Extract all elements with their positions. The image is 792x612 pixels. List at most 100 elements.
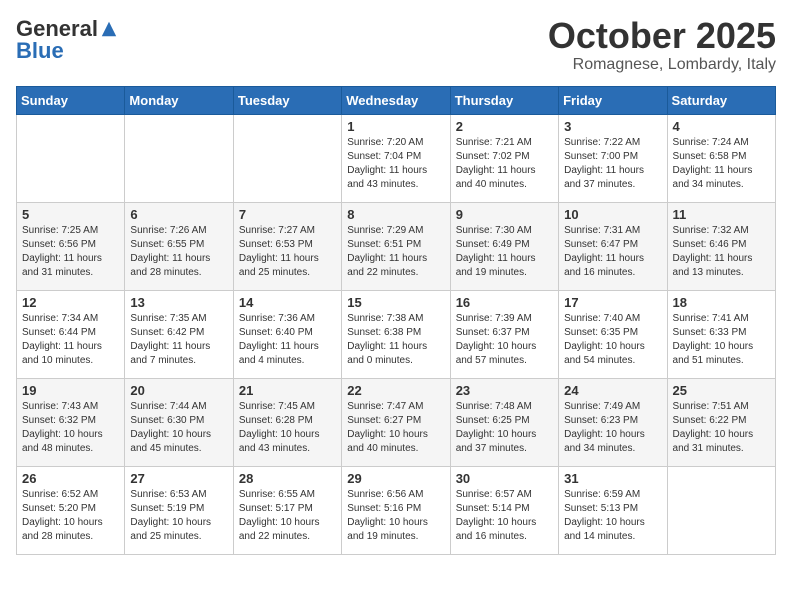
weekday-header-friday: Friday (559, 86, 667, 114)
calendar-cell (233, 114, 341, 202)
week-row-2: 5 Sunrise: 7:25 AM Sunset: 6:56 PM Daylig… (17, 202, 776, 290)
day-info: Sunrise: 6:57 AM Sunset: 5:14 PM Dayligh… (456, 488, 553, 544)
day-number: 9 (456, 207, 553, 222)
calendar-cell: 1 Sunrise: 7:20 AM Sunset: 7:04 PM Daylig… (342, 114, 450, 202)
calendar-cell: 6 Sunrise: 7:26 AM Sunset: 6:55 PM Daylig… (125, 202, 233, 290)
calendar-cell: 4 Sunrise: 7:24 AM Sunset: 6:58 PM Daylig… (667, 114, 775, 202)
day-number: 2 (456, 119, 553, 134)
day-info: Sunrise: 6:56 AM Sunset: 5:16 PM Dayligh… (347, 488, 444, 544)
calendar-cell: 25 Sunrise: 7:51 AM Sunset: 6:22 PM Dayli… (667, 378, 775, 466)
day-info: Sunrise: 7:47 AM Sunset: 6:27 PM Dayligh… (347, 400, 444, 456)
day-info: Sunrise: 7:41 AM Sunset: 6:33 PM Dayligh… (673, 312, 770, 368)
day-number: 12 (22, 295, 119, 310)
calendar-cell: 18 Sunrise: 7:41 AM Sunset: 6:33 PM Dayli… (667, 290, 775, 378)
day-number: 1 (347, 119, 444, 134)
calendar-cell: 14 Sunrise: 7:36 AM Sunset: 6:40 PM Dayli… (233, 290, 341, 378)
day-info: Sunrise: 7:48 AM Sunset: 6:25 PM Dayligh… (456, 400, 553, 456)
day-number: 21 (239, 383, 336, 398)
day-number: 11 (673, 207, 770, 222)
calendar-cell: 19 Sunrise: 7:43 AM Sunset: 6:32 PM Dayli… (17, 378, 125, 466)
day-info: Sunrise: 7:38 AM Sunset: 6:38 PM Dayligh… (347, 312, 444, 368)
day-number: 27 (130, 471, 227, 486)
day-info: Sunrise: 7:39 AM Sunset: 6:37 PM Dayligh… (456, 312, 553, 368)
calendar-cell: 12 Sunrise: 7:34 AM Sunset: 6:44 PM Dayli… (17, 290, 125, 378)
day-info: Sunrise: 7:21 AM Sunset: 7:02 PM Dayligh… (456, 136, 553, 192)
calendar-cell: 20Sunrise: 7:44 AM Sunset: 6:30 PM Dayli… (125, 378, 233, 466)
page-header: General Blue October 2025 Romagnese, Lom… (16, 16, 776, 74)
day-info: Sunrise: 7:36 AM Sunset: 6:40 PM Dayligh… (239, 312, 336, 368)
day-number: 18 (673, 295, 770, 310)
day-number: 8 (347, 207, 444, 222)
day-info: Sunrise: 7:35 AM Sunset: 6:42 PM Dayligh… (130, 312, 227, 368)
day-info: Sunrise: 7:25 AM Sunset: 6:56 PM Dayligh… (22, 224, 119, 280)
week-row-3: 12 Sunrise: 7:34 AM Sunset: 6:44 PM Dayli… (17, 290, 776, 378)
weekday-header-tuesday: Tuesday (233, 86, 341, 114)
calendar-cell: 21 Sunrise: 7:45 AM Sunset: 6:28 PM Dayli… (233, 378, 341, 466)
day-info: Sunrise: 7:45 AM Sunset: 6:28 PM Dayligh… (239, 400, 336, 456)
day-number: 20 (130, 383, 227, 398)
day-number: 30 (456, 471, 553, 486)
calendar-cell: 24Sunrise: 7:49 AM Sunset: 6:23 PM Dayli… (559, 378, 667, 466)
calendar-cell: 7 Sunrise: 7:27 AM Sunset: 6:53 PM Daylig… (233, 202, 341, 290)
calendar-cell: 13Sunrise: 7:35 AM Sunset: 6:42 PM Dayli… (125, 290, 233, 378)
calendar-cell: 15 Sunrise: 7:38 AM Sunset: 6:38 PM Dayli… (342, 290, 450, 378)
day-info: Sunrise: 7:51 AM Sunset: 6:22 PM Dayligh… (673, 400, 770, 456)
location: Romagnese, Lombardy, Italy (548, 56, 776, 74)
day-number: 26 (22, 471, 119, 486)
calendar-cell: 3 Sunrise: 7:22 AM Sunset: 7:00 PM Daylig… (559, 114, 667, 202)
calendar-cell (17, 114, 125, 202)
day-number: 5 (22, 207, 119, 222)
calendar-cell: 11 Sunrise: 7:32 AM Sunset: 6:46 PM Dayli… (667, 202, 775, 290)
day-info: Sunrise: 7:31 AM Sunset: 6:47 PM Dayligh… (564, 224, 661, 280)
day-info: Sunrise: 7:40 AM Sunset: 6:35 PM Dayligh… (564, 312, 661, 368)
day-number: 28 (239, 471, 336, 486)
day-info: Sunrise: 7:26 AM Sunset: 6:55 PM Dayligh… (130, 224, 227, 280)
week-row-5: 26 Sunrise: 6:52 AM Sunset: 5:20 PM Dayli… (17, 466, 776, 554)
day-info: Sunrise: 7:34 AM Sunset: 6:44 PM Dayligh… (22, 312, 119, 368)
calendar-cell: 16Sunrise: 7:39 AM Sunset: 6:37 PM Dayli… (450, 290, 558, 378)
logo: General Blue (16, 16, 118, 64)
calendar-cell: 10Sunrise: 7:31 AM Sunset: 6:47 PM Dayli… (559, 202, 667, 290)
logo-icon (100, 20, 118, 38)
day-number: 3 (564, 119, 661, 134)
day-info: Sunrise: 7:30 AM Sunset: 6:49 PM Dayligh… (456, 224, 553, 280)
calendar-cell: 22 Sunrise: 7:47 AM Sunset: 6:27 PM Dayli… (342, 378, 450, 466)
day-info: Sunrise: 7:43 AM Sunset: 6:32 PM Dayligh… (22, 400, 119, 456)
day-number: 31 (564, 471, 661, 486)
calendar-cell: 27 Sunrise: 6:53 AM Sunset: 5:19 PM Dayli… (125, 466, 233, 554)
weekday-header-row: SundayMondayTuesdayWednesdayThursdayFrid… (17, 86, 776, 114)
weekday-header-thursday: Thursday (450, 86, 558, 114)
day-info: Sunrise: 7:49 AM Sunset: 6:23 PM Dayligh… (564, 400, 661, 456)
day-number: 15 (347, 295, 444, 310)
weekday-header-monday: Monday (125, 86, 233, 114)
logo-blue: Blue (16, 38, 64, 64)
calendar-cell: 17 Sunrise: 7:40 AM Sunset: 6:35 PM Dayli… (559, 290, 667, 378)
calendar-cell: 28Sunrise: 6:55 AM Sunset: 5:17 PM Dayli… (233, 466, 341, 554)
day-number: 17 (564, 295, 661, 310)
calendar-cell: 9 Sunrise: 7:30 AM Sunset: 6:49 PM Daylig… (450, 202, 558, 290)
weekday-header-saturday: Saturday (667, 86, 775, 114)
day-info: Sunrise: 6:52 AM Sunset: 5:20 PM Dayligh… (22, 488, 119, 544)
calendar-table: SundayMondayTuesdayWednesdayThursdayFrid… (16, 86, 776, 555)
day-info: Sunrise: 6:59 AM Sunset: 5:13 PM Dayligh… (564, 488, 661, 544)
day-number: 23 (456, 383, 553, 398)
calendar-cell: 5 Sunrise: 7:25 AM Sunset: 6:56 PM Daylig… (17, 202, 125, 290)
calendar-cell: 23 Sunrise: 7:48 AM Sunset: 6:25 PM Dayli… (450, 378, 558, 466)
day-number: 19 (22, 383, 119, 398)
day-number: 4 (673, 119, 770, 134)
day-number: 14 (239, 295, 336, 310)
title-block: October 2025 Romagnese, Lombardy, Italy (548, 16, 776, 74)
day-info: Sunrise: 7:27 AM Sunset: 6:53 PM Dayligh… (239, 224, 336, 280)
day-info: Sunrise: 7:22 AM Sunset: 7:00 PM Dayligh… (564, 136, 661, 192)
month-title: October 2025 (548, 16, 776, 56)
day-number: 7 (239, 207, 336, 222)
day-info: Sunrise: 7:32 AM Sunset: 6:46 PM Dayligh… (673, 224, 770, 280)
day-number: 6 (130, 207, 227, 222)
calendar-cell: 31 Sunrise: 6:59 AM Sunset: 5:13 PM Dayli… (559, 466, 667, 554)
day-info: Sunrise: 6:53 AM Sunset: 5:19 PM Dayligh… (130, 488, 227, 544)
weekday-header-sunday: Sunday (17, 86, 125, 114)
day-number: 25 (673, 383, 770, 398)
day-number: 22 (347, 383, 444, 398)
day-info: Sunrise: 7:20 AM Sunset: 7:04 PM Dayligh… (347, 136, 444, 192)
day-info: Sunrise: 7:24 AM Sunset: 6:58 PM Dayligh… (673, 136, 770, 192)
